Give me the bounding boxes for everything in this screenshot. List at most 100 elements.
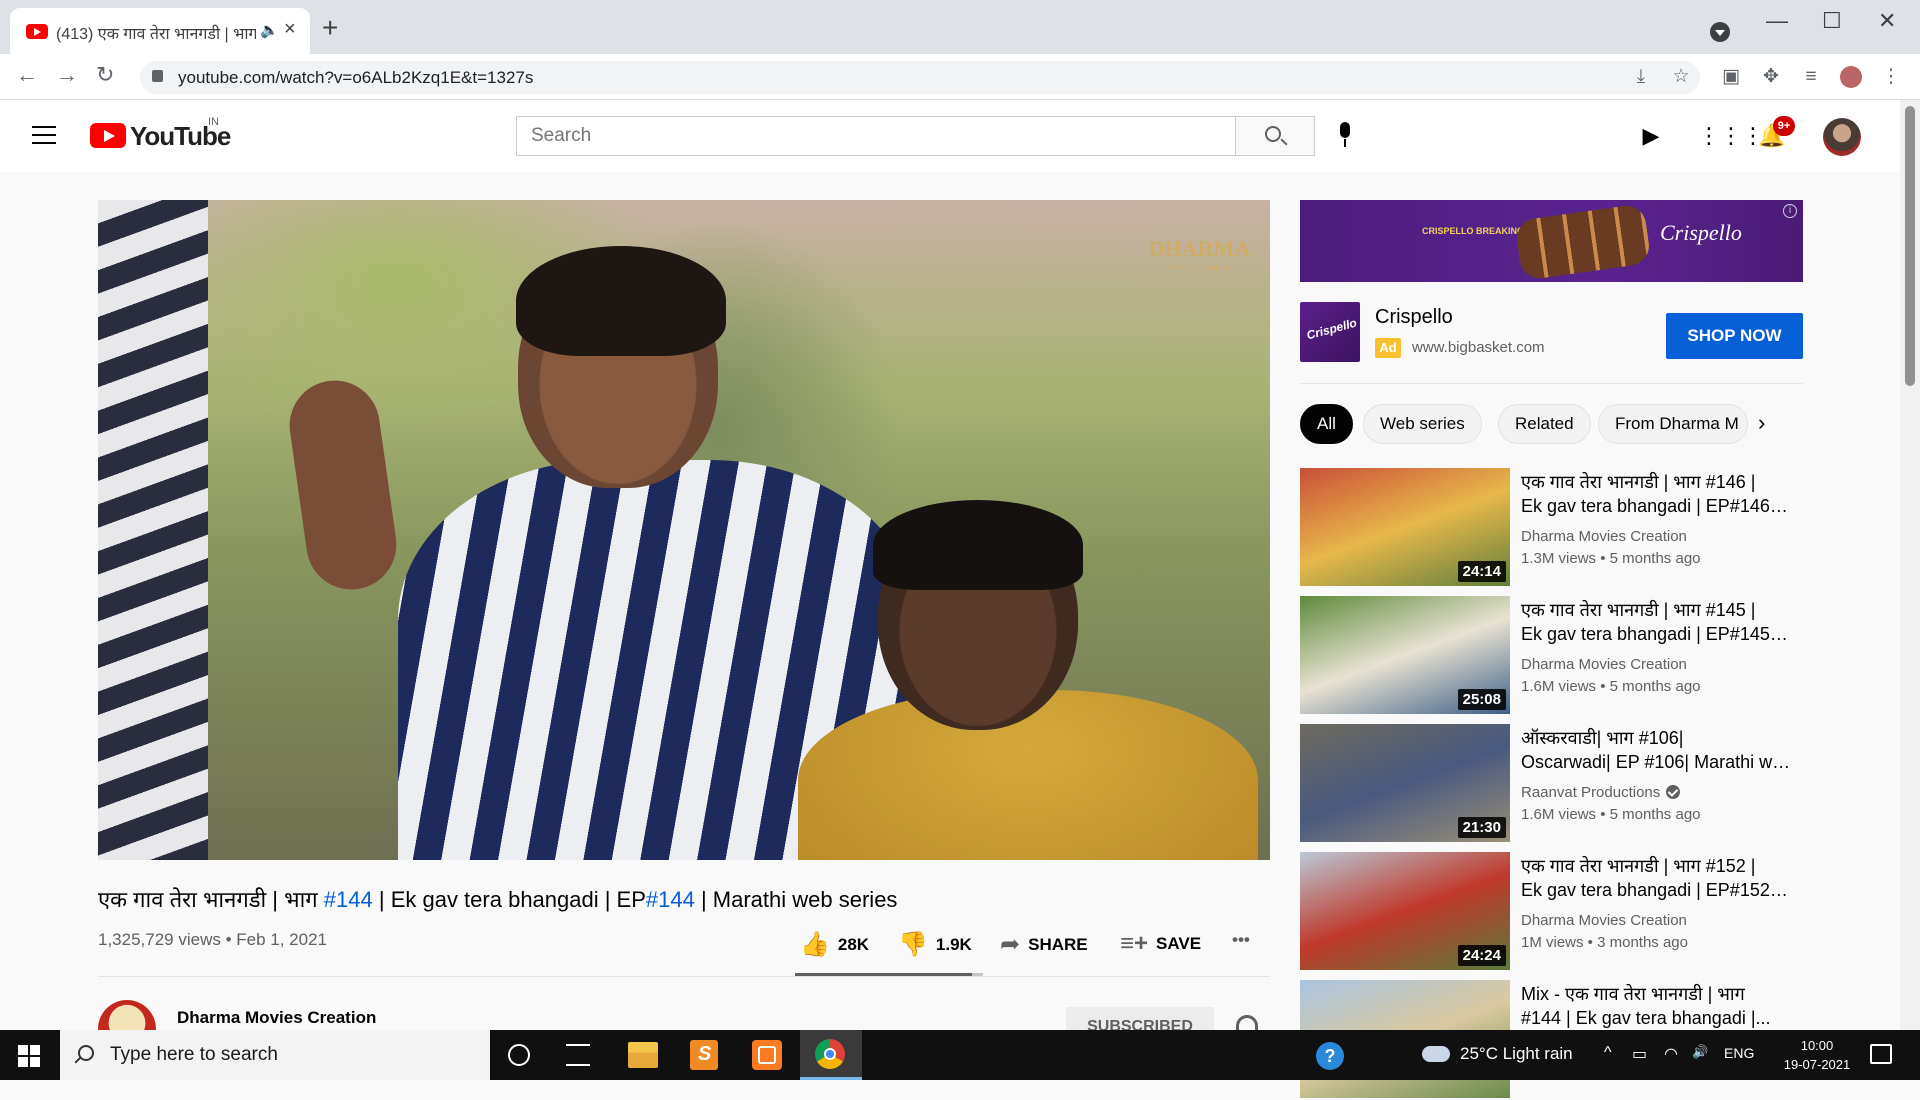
close-tab-icon[interactable]: × bbox=[284, 18, 296, 41]
ad-info-icon[interactable]: i bbox=[1783, 204, 1797, 218]
recommendation-title-line2[interactable]: Ek gav tera bhangadi | EP#146 | Marathi … bbox=[1521, 496, 1791, 517]
back-button[interactable]: ← bbox=[16, 62, 38, 88]
chip-all[interactable]: All bbox=[1300, 404, 1353, 444]
media-control-icon[interactable]: ≡ bbox=[1800, 66, 1822, 88]
chevron-right-icon[interactable]: › bbox=[1758, 410, 1765, 436]
chrome-menu-icon[interactable]: ⋮ bbox=[1880, 66, 1902, 88]
xampp-icon[interactable] bbox=[752, 1040, 782, 1070]
recommendation-title-line2[interactable]: Oscarwadi| EP #106| Marathi web series bbox=[1521, 752, 1791, 773]
like-button[interactable]: 👍 28K bbox=[800, 930, 869, 959]
video-thumbnail[interactable]: 24:24 bbox=[1300, 852, 1510, 970]
share-button[interactable]: ➦ SHARE bbox=[1000, 930, 1088, 959]
hamburger-menu-icon[interactable] bbox=[32, 126, 56, 144]
recommendation-title[interactable]: एक गाव तेरा भानगडी | भाग #152 | bbox=[1521, 854, 1791, 878]
task-view-icon[interactable] bbox=[566, 1044, 590, 1066]
ad-logo[interactable]: Crispello bbox=[1300, 302, 1360, 362]
reload-button[interactable]: ↻ bbox=[96, 62, 114, 88]
recommendation-channel[interactable]: Raanvat Productions bbox=[1521, 784, 1681, 801]
file-explorer-icon[interactable] bbox=[628, 1042, 658, 1068]
search-button[interactable] bbox=[1235, 116, 1315, 156]
microphone-icon[interactable] bbox=[1336, 122, 1352, 148]
youtube-play-icon bbox=[90, 123, 126, 148]
chrome-taskbar-button[interactable] bbox=[800, 1030, 862, 1080]
recommendation-item[interactable]: 24:14 एक गाव तेरा भानगडी | भाग #146 | Ek g… bbox=[1300, 468, 1803, 588]
search-input[interactable] bbox=[517, 117, 1236, 155]
recommendation-channel[interactable]: Dharma Movies Creation bbox=[1521, 912, 1687, 929]
action-center-icon[interactable] bbox=[1870, 1044, 1892, 1064]
bookmark-star-icon[interactable]: ☆ bbox=[1670, 66, 1692, 88]
ad-banner[interactable]: CRISPELLO BREAKING EQUAL SHARING Crispel… bbox=[1300, 200, 1803, 282]
help-icon[interactable]: ? bbox=[1316, 1042, 1344, 1070]
recommendation-title-line2[interactable]: Ek gav tera bhangadi | EP#145 | Marathi … bbox=[1521, 624, 1791, 645]
chip-web-series[interactable]: Web series bbox=[1363, 404, 1482, 444]
sublime-text-icon[interactable] bbox=[690, 1040, 718, 1070]
recommendation-title-line2[interactable]: #144 | Ek gav tera bhangadi |... bbox=[1521, 1008, 1791, 1029]
windows-start-icon[interactable] bbox=[18, 1045, 40, 1067]
account-avatar[interactable] bbox=[1823, 118, 1861, 156]
dislike-button[interactable]: 👎 1.9K bbox=[898, 930, 972, 959]
video-player[interactable]: DHARMA Movies Creation bbox=[98, 200, 1270, 860]
video-thumbnail[interactable]: 24:14 bbox=[1300, 468, 1510, 586]
more-actions-button[interactable]: ••• bbox=[1232, 930, 1250, 950]
tab-search-icon[interactable] bbox=[1710, 22, 1730, 42]
ad-badge: Ad bbox=[1375, 338, 1401, 358]
browser-tab[interactable]: (413) एक गाव तेरा भानगडी | भाग 🔈 × bbox=[10, 8, 310, 54]
channel-name[interactable]: Dharma Movies Creation bbox=[177, 1008, 376, 1028]
volume-icon[interactable]: 🔊 bbox=[1692, 1044, 1708, 1060]
wifi-icon[interactable]: ◠ bbox=[1664, 1044, 1678, 1064]
install-icon[interactable]: ⤓ bbox=[1630, 66, 1652, 88]
chrome-icon bbox=[815, 1039, 845, 1069]
video-frame-hair-2 bbox=[873, 500, 1083, 590]
create-video-icon[interactable]: ▶ bbox=[1638, 124, 1664, 148]
recommendation-item[interactable]: 25:08 एक गाव तेरा भानगडी | भाग #145 | Ek g… bbox=[1300, 596, 1803, 716]
shop-now-button[interactable]: SHOP NOW bbox=[1666, 313, 1803, 359]
recommendation-title[interactable]: एक गाव तेरा भानगडी | भाग #145 | bbox=[1521, 598, 1791, 622]
cloud-rain-icon[interactable] bbox=[1422, 1046, 1450, 1062]
recommendation-meta: 1.3M views • 5 months ago bbox=[1521, 550, 1701, 567]
taskbar-search[interactable]: Type here to search bbox=[60, 1030, 490, 1080]
video-thumbnail[interactable]: 25:08 bbox=[1300, 596, 1510, 714]
chip-related[interactable]: Related bbox=[1498, 404, 1591, 444]
system-clock[interactable]: 10:00 19-07-2021 bbox=[1782, 1036, 1852, 1074]
taskbar-search-text[interactable]: Type here to search bbox=[110, 1044, 278, 1066]
tray-overflow-icon[interactable]: ^ bbox=[1604, 1044, 1612, 1062]
search-box[interactable] bbox=[516, 116, 1236, 156]
maximize-button[interactable]: ☐ bbox=[1822, 8, 1842, 34]
extension-icon[interactable]: ▣ bbox=[1720, 66, 1742, 88]
lock-icon[interactable] bbox=[152, 70, 163, 82]
language-indicator[interactable]: ENG bbox=[1724, 1045, 1754, 1061]
cortana-icon[interactable] bbox=[508, 1044, 530, 1066]
recommendation-channel[interactable]: Dharma Movies Creation bbox=[1521, 656, 1687, 673]
battery-icon[interactable]: ▭ bbox=[1632, 1044, 1647, 1064]
recommendation-item[interactable]: 21:30 ऑस्करवाडी| भाग #106| Oscarwadi| EP #… bbox=[1300, 724, 1803, 844]
new-tab-button[interactable]: + bbox=[322, 12, 338, 44]
minimize-button[interactable]: — bbox=[1766, 8, 1788, 34]
forward-button[interactable]: → bbox=[56, 62, 78, 88]
save-button[interactable]: ≡+ SAVE bbox=[1120, 930, 1201, 958]
hashtag-link[interactable]: #144 bbox=[324, 887, 373, 912]
puzzle-icon[interactable]: ✥ bbox=[1760, 66, 1782, 88]
share-arrow-icon: ➦ bbox=[1000, 931, 1021, 958]
recommendation-item[interactable]: 24:24 एक गाव तेरा भानगडी | भाग #152 | Ek g… bbox=[1300, 852, 1803, 972]
apps-grid-icon[interactable]: ⋮⋮⋮ bbox=[1698, 124, 1764, 148]
weather-text[interactable]: 25°C Light rain bbox=[1460, 1044, 1573, 1064]
video-thumbnail[interactable]: 21:30 bbox=[1300, 724, 1510, 842]
recommendation-title[interactable]: एक गाव तेरा भानगडी | भाग #146 | bbox=[1521, 470, 1791, 494]
address-bar[interactable]: youtube.com/watch?v=o6ALb2Kzq1E&t=1327s bbox=[140, 61, 1700, 94]
playlist-add-icon: ≡+ bbox=[1120, 930, 1149, 957]
url-text[interactable]: youtube.com/watch?v=o6ALb2Kzq1E&t=1327s bbox=[178, 68, 533, 88]
recommendation-channel[interactable]: Dharma Movies Creation bbox=[1521, 528, 1687, 545]
ad-title[interactable]: Crispello bbox=[1375, 306, 1453, 329]
chip-from-channel[interactable]: From Dharma M bbox=[1598, 404, 1748, 444]
recommendation-meta: 1M views • 3 months ago bbox=[1521, 934, 1688, 951]
scrollbar-thumb[interactable] bbox=[1905, 106, 1915, 386]
recommendation-title[interactable]: Mix - एक गाव तेरा भानगडी | भाग bbox=[1521, 982, 1791, 1006]
recommendation-title-line2[interactable]: Ek gav tera bhangadi | EP#152 | Marathi … bbox=[1521, 880, 1791, 901]
tab-title: (413) एक गाव तेरा भानगडी | भाग bbox=[56, 26, 256, 43]
recommendation-title[interactable]: ऑस्करवाडी| भाग #106| bbox=[1521, 726, 1791, 750]
hashtag-link[interactable]: #144 bbox=[646, 887, 695, 912]
speaker-icon[interactable]: 🔈 bbox=[260, 21, 279, 39]
close-window-button[interactable]: ✕ bbox=[1878, 8, 1896, 34]
profile-avatar-icon[interactable] bbox=[1840, 66, 1862, 88]
thumbs-up-icon: 👍 bbox=[800, 931, 830, 958]
